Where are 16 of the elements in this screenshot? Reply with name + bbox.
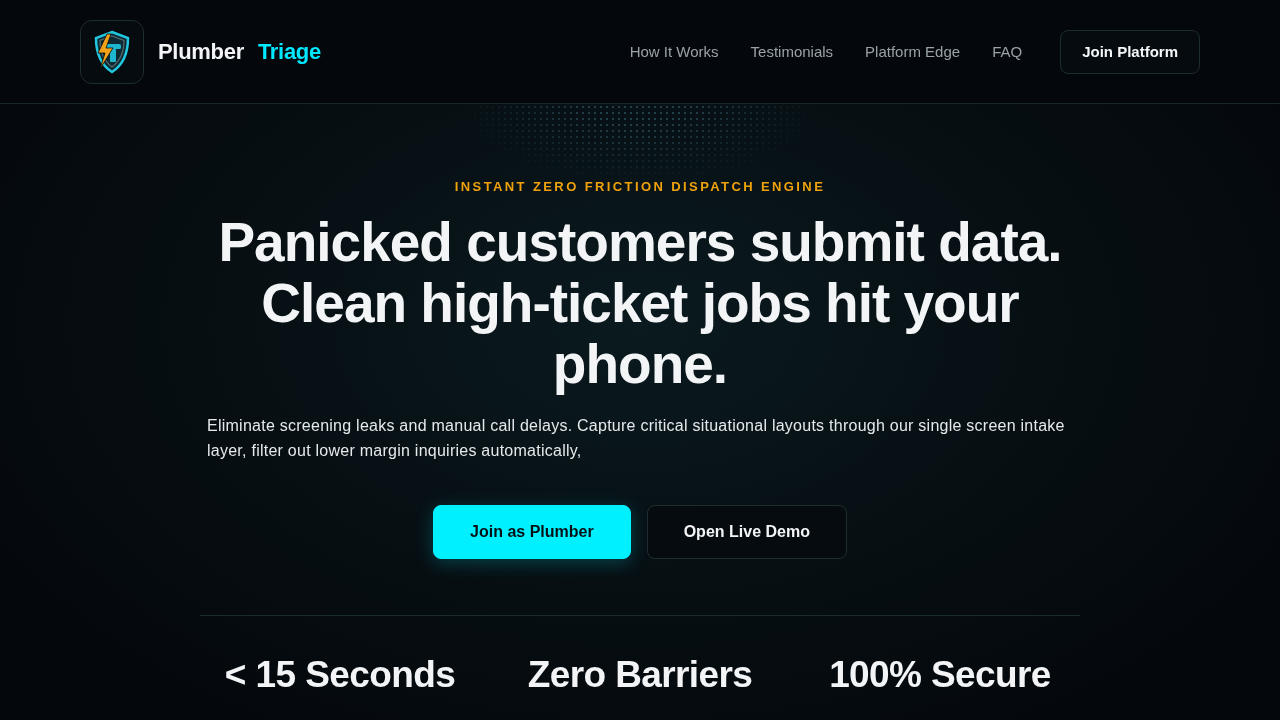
eyebrow-label: INSTANT ZERO FRICTION DISPATCH ENGINE (454, 179, 826, 194)
brand-accent: Triage (257, 38, 321, 65)
secondary-button[interactable]: Open Live Demo (646, 505, 847, 559)
hero-description: Eliminate screening leaks and manual call delays. Capture critical situational layouts through our single screen intake layer, filter out lower margin inquiries automatically, (207, 416, 1066, 461)
stat-heading: < 15 Seconds (223, 654, 457, 696)
primary-button[interactable]: Join as Plumber (433, 505, 631, 559)
hero-headline: Panicked customers submit data. Clean high-ticket jobs hit your phone. (217, 212, 1063, 395)
nav-link[interactable]: How It Works (629, 43, 719, 60)
brand-name: Plumber (158, 38, 244, 65)
nav-link[interactable]: Testimonials (750, 43, 834, 60)
nav-link[interactable]: Platform Edge (865, 43, 961, 60)
join-platform-button[interactable]: Join Platform (1060, 29, 1200, 74)
nav-link[interactable]: FAQ (992, 43, 1023, 60)
shield-logo-icon[interactable] (80, 19, 144, 84)
stat-heading: Zero Barriers (526, 654, 754, 696)
stat-heading: 100% Secure (828, 654, 1052, 696)
